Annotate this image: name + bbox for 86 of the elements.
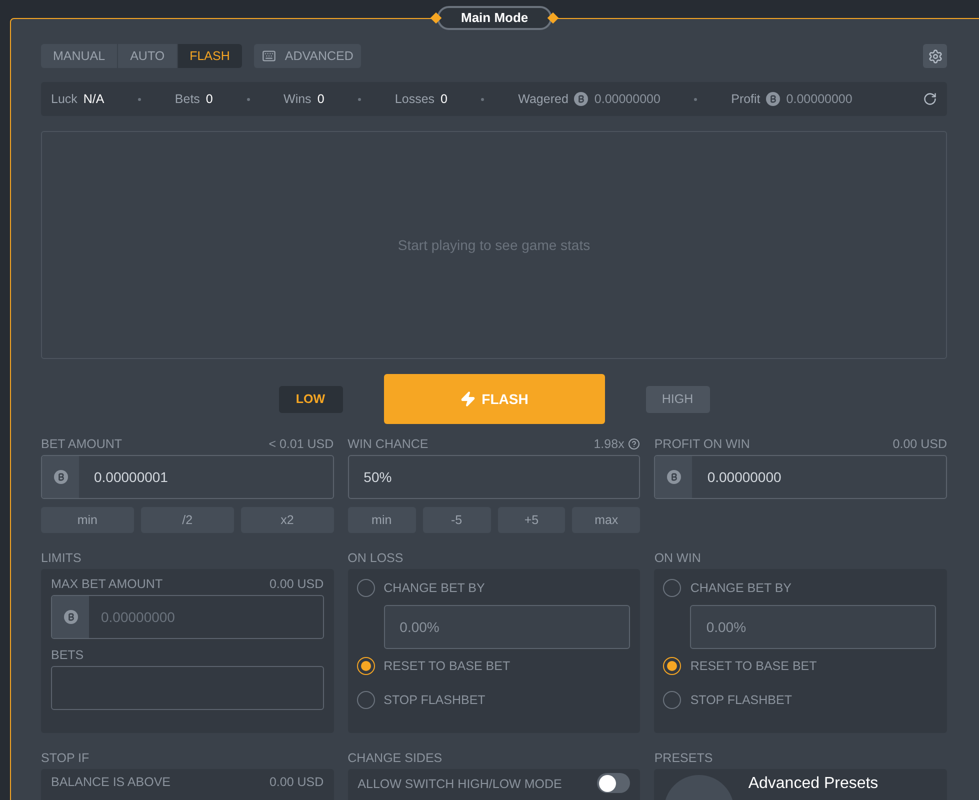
coin-icon xyxy=(766,92,780,106)
section-label: BETS xyxy=(51,646,84,664)
advanced-button[interactable]: ADVANCED xyxy=(254,44,362,68)
option-label: CHANGE BET BY xyxy=(384,580,485,597)
radio-option[interactable]: RESET TO BASE BET xyxy=(663,649,938,683)
field-value: 0.00000000 xyxy=(706,468,782,486)
flash-button[interactable]: FLASH xyxy=(384,374,604,424)
amount-field[interactable]: 0.00000001 xyxy=(41,455,334,499)
help-icon[interactable] xyxy=(628,438,640,450)
stat-value: 0 xyxy=(440,90,448,108)
amount-field[interactable]: 50% xyxy=(348,455,640,499)
radio-icon[interactable] xyxy=(356,657,375,675)
quick-button[interactable]: +5 xyxy=(498,507,566,533)
stat-label: Profit xyxy=(731,90,760,108)
section-label: STOP IF xyxy=(41,750,90,767)
section-label: ON LOSS xyxy=(348,550,404,567)
switch-label: ALLOW SWITCH HIGH/LOW MODE xyxy=(358,776,562,793)
stat-label: Bets xyxy=(174,90,200,108)
stat-value: 0 xyxy=(206,90,213,108)
amount-field[interactable]: 0.00000000 xyxy=(654,455,947,499)
radio-icon[interactable] xyxy=(663,691,682,709)
side-button[interactable]: HIGH xyxy=(646,386,710,412)
stat-value: 0 xyxy=(317,90,324,108)
presets-title: Advanced Presets xyxy=(748,775,878,794)
section-label: WIN CHANCE xyxy=(348,436,428,453)
radio-icon[interactable] xyxy=(663,579,682,597)
usd-note: 0.00 USD xyxy=(269,774,324,791)
percent-input[interactable]: 0.00% xyxy=(384,605,630,649)
settings-button[interactable] xyxy=(923,44,947,68)
radio-option[interactable]: CHANGE BET BY xyxy=(663,571,938,605)
side-button[interactable]: LOW xyxy=(278,386,342,412)
quick-button[interactable]: /2 xyxy=(140,507,234,533)
section-label: BALANCE IS ABOVE xyxy=(51,774,170,791)
option-label: STOP FLASHBET xyxy=(690,692,792,709)
usd-note: 0.00 USD xyxy=(892,436,947,453)
radio-icon[interactable] xyxy=(356,579,375,597)
stat-value: 0.00000000 xyxy=(594,90,660,108)
section-label: CHANGE SIDES xyxy=(348,750,442,767)
keyboard-icon xyxy=(262,49,276,63)
section-label: PRESETS xyxy=(654,750,713,767)
stat-label: Wins xyxy=(284,90,312,108)
toggle-switch[interactable] xyxy=(597,773,630,793)
max-bet-field[interactable]: 0.00000000 xyxy=(51,595,324,639)
stat-label: Losses xyxy=(394,90,435,108)
section-label: BET AMOUNT xyxy=(41,436,122,453)
stat-label: Wagered xyxy=(518,90,568,108)
quick-button[interactable]: x2 xyxy=(240,507,334,533)
section-label: MAX BET AMOUNT xyxy=(51,576,163,593)
radio-icon[interactable] xyxy=(356,691,375,709)
quick-button[interactable]: min xyxy=(348,507,416,533)
stat-label: Luck xyxy=(51,90,78,108)
field-value: 50% xyxy=(362,468,393,486)
quick-button[interactable]: -5 xyxy=(422,507,490,533)
coin-icon xyxy=(666,470,681,484)
stat-value: 0.00000000 xyxy=(786,90,852,108)
percent-input[interactable]: 0.00% xyxy=(690,605,936,649)
refresh-icon[interactable] xyxy=(923,92,937,106)
usd-note: < 0.01 USD xyxy=(268,436,334,453)
option-label: RESET TO BASE BET xyxy=(690,658,817,675)
quick-button[interactable]: min xyxy=(41,507,134,533)
quick-button[interactable]: max xyxy=(572,507,640,533)
section-label: LIMITS xyxy=(41,550,82,567)
bets-input[interactable] xyxy=(51,666,324,710)
coin-icon xyxy=(64,610,78,624)
coin-icon xyxy=(574,92,588,106)
mode-title: Main Mode xyxy=(437,6,552,30)
mode-tab[interactable]: FLASH xyxy=(178,44,242,68)
usd-note: 0.00 USD xyxy=(269,576,324,593)
max-bet-input[interactable]: 0.00000000 xyxy=(89,596,323,638)
option-label: STOP FLASHBET xyxy=(384,692,486,709)
coin-icon xyxy=(54,470,68,484)
option-label: RESET TO BASE BET xyxy=(384,658,510,675)
radio-option[interactable]: STOP FLASHBET xyxy=(663,683,938,717)
stat-value: N/A xyxy=(83,90,104,108)
section-label: ON WIN xyxy=(654,550,701,567)
usd-note: 1.98x xyxy=(594,436,624,453)
mode-tab[interactable]: MANUAL xyxy=(41,44,118,68)
field-value: 0.00000001 xyxy=(93,468,169,486)
settings-icon xyxy=(928,48,942,64)
section-label: PROFIT ON WIN xyxy=(654,436,750,453)
radio-option[interactable]: CHANGE BET BY xyxy=(356,571,632,605)
radio-option[interactable]: RESET TO BASE BET xyxy=(356,649,632,683)
lightning-icon xyxy=(460,391,476,407)
option-label: CHANGE BET BY xyxy=(690,580,792,597)
radio-icon[interactable] xyxy=(663,657,682,675)
radio-option[interactable]: STOP FLASHBET xyxy=(356,683,632,717)
